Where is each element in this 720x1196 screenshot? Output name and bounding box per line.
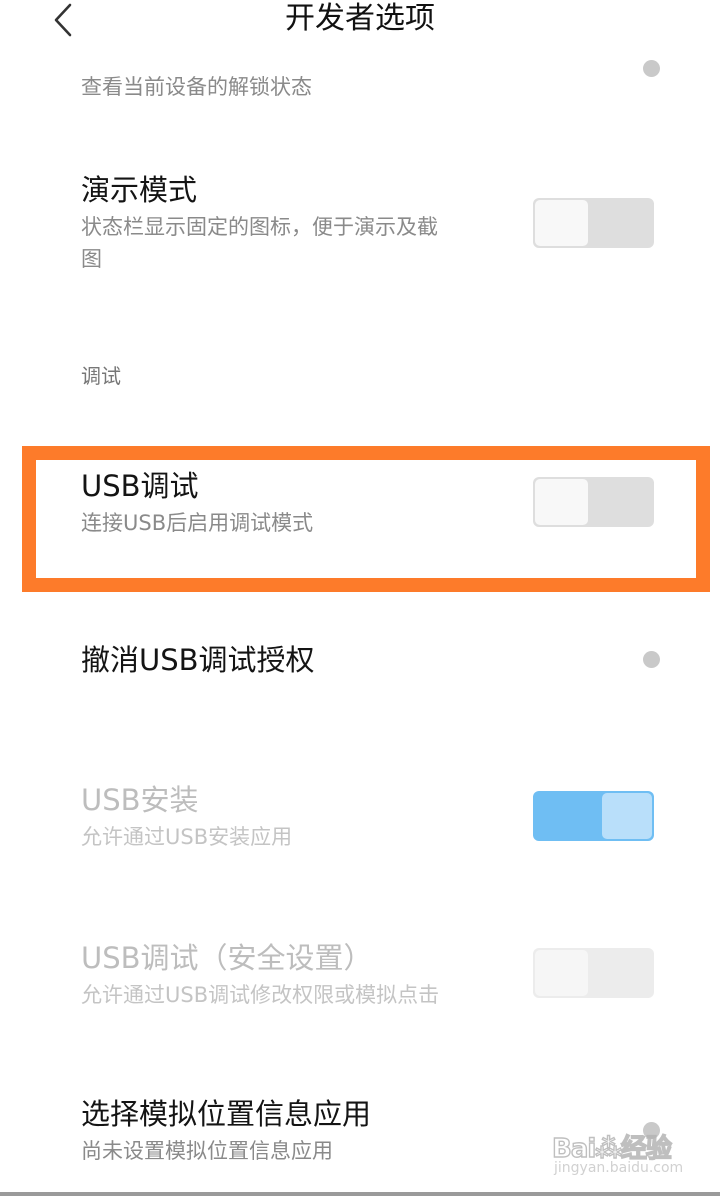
usb-debug-toggle[interactable] <box>533 477 654 527</box>
revoke-usb-auth-item[interactable]: 撤消USB调试授权 <box>0 630 720 700</box>
chevron-dot-icon <box>643 60 660 77</box>
toggle-knob <box>535 200 588 246</box>
usb-debug-item[interactable]: USB调试 连接USB后启用调试模式 <box>0 466 720 576</box>
bottom-divider <box>0 1192 720 1196</box>
unlock-status-subtitle: 查看当前设备的解锁状态 <box>81 75 312 99</box>
mock-location-title: 选择模拟位置信息应用 <box>81 1097 372 1131</box>
usb-debug-secure-subtitle: 允许通过USB调试修改权限或模拟点击 <box>81 983 440 1007</box>
usb-install-item[interactable]: USB安装 允许通过USB安装应用 <box>0 780 720 860</box>
page-title: 开发者选项 <box>285 1 435 36</box>
demo-mode-subtitle: 状态栏显示固定的图标，便于演示及截 <box>81 215 438 239</box>
usb-debug-secure-title: USB调试（安全设置） <box>81 941 373 975</box>
section-header-debug: 调试 <box>81 364 121 388</box>
usb-install-subtitle: 允许通过USB安装应用 <box>81 825 293 849</box>
demo-mode-item[interactable]: 演示模式 状态栏显示固定的图标，便于演示及截 图 <box>0 160 720 290</box>
unlock-status-item[interactable]: 查看当前设备的解锁状态 <box>0 44 720 124</box>
usb-debug-secure-toggle[interactable] <box>533 948 654 998</box>
toggle-knob <box>535 950 588 996</box>
usb-debug-subtitle: 连接USB后启用调试模式 <box>81 511 314 535</box>
toggle-knob <box>602 793 652 839</box>
top-bar: 开发者选项 <box>0 0 720 44</box>
demo-mode-toggle[interactable] <box>533 198 654 248</box>
mock-location-subtitle: 尚未设置模拟位置信息应用 <box>81 1139 333 1163</box>
demo-mode-title: 演示模式 <box>81 173 198 207</box>
baidu-jingyan-watermark: Bai⁂经验 jingyan.baidu.com <box>548 1122 688 1182</box>
toggle-knob <box>535 479 588 525</box>
usb-debug-secure-item[interactable]: USB调试（安全设置） 允许通过USB调试修改权限或模拟点击 <box>0 938 720 1018</box>
chevron-dot-icon <box>643 651 660 668</box>
usb-debug-title: USB调试 <box>81 469 199 503</box>
watermark-url: jingyan.baidu.com <box>554 1160 684 1176</box>
usb-install-toggle[interactable] <box>533 791 654 841</box>
usb-install-title: USB安装 <box>81 783 199 817</box>
demo-mode-subtitle-cont: 图 <box>81 247 102 271</box>
revoke-usb-auth-title: 撤消USB调试授权 <box>81 643 315 677</box>
